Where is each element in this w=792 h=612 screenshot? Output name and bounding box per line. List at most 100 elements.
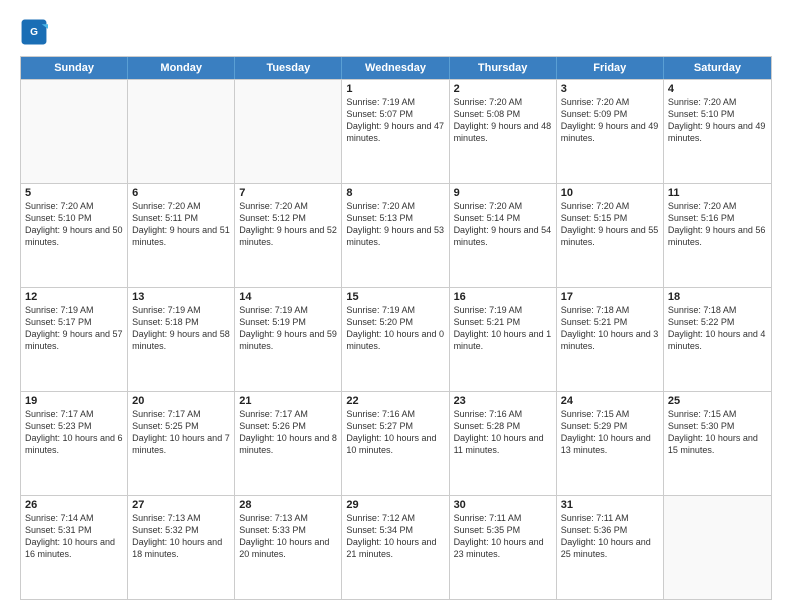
day-info: Sunrise: 7:20 AM Sunset: 5:14 PM Dayligh… bbox=[454, 200, 552, 249]
day-number: 14 bbox=[239, 291, 337, 303]
day-number: 15 bbox=[346, 291, 444, 303]
day-number: 28 bbox=[239, 499, 337, 511]
header-cell-wednesday: Wednesday bbox=[342, 57, 449, 79]
calendar-cell-10: 10Sunrise: 7:20 AM Sunset: 5:15 PM Dayli… bbox=[557, 184, 664, 287]
day-number: 24 bbox=[561, 395, 659, 407]
day-number: 10 bbox=[561, 187, 659, 199]
day-number: 29 bbox=[346, 499, 444, 511]
calendar-header-row: SundayMondayTuesdayWednesdayThursdayFrid… bbox=[21, 57, 771, 79]
day-info: Sunrise: 7:20 AM Sunset: 5:11 PM Dayligh… bbox=[132, 200, 230, 249]
day-info: Sunrise: 7:19 AM Sunset: 5:17 PM Dayligh… bbox=[25, 304, 123, 353]
calendar-cell-4: 4Sunrise: 7:20 AM Sunset: 5:10 PM Daylig… bbox=[664, 80, 771, 183]
day-number: 1 bbox=[346, 83, 444, 95]
calendar-cell-26: 26Sunrise: 7:14 AM Sunset: 5:31 PM Dayli… bbox=[21, 496, 128, 599]
logo-icon: G bbox=[20, 18, 48, 46]
calendar-cell-empty-0-2 bbox=[235, 80, 342, 183]
calendar-body: 1Sunrise: 7:19 AM Sunset: 5:07 PM Daylig… bbox=[21, 79, 771, 599]
day-number: 2 bbox=[454, 83, 552, 95]
day-number: 7 bbox=[239, 187, 337, 199]
calendar-cell-empty-4-6 bbox=[664, 496, 771, 599]
day-number: 19 bbox=[25, 395, 123, 407]
day-info: Sunrise: 7:20 AM Sunset: 5:09 PM Dayligh… bbox=[561, 96, 659, 145]
calendar-cell-27: 27Sunrise: 7:13 AM Sunset: 5:32 PM Dayli… bbox=[128, 496, 235, 599]
calendar-cell-1: 1Sunrise: 7:19 AM Sunset: 5:07 PM Daylig… bbox=[342, 80, 449, 183]
day-info: Sunrise: 7:20 AM Sunset: 5:12 PM Dayligh… bbox=[239, 200, 337, 249]
calendar-cell-5: 5Sunrise: 7:20 AM Sunset: 5:10 PM Daylig… bbox=[21, 184, 128, 287]
calendar-cell-7: 7Sunrise: 7:20 AM Sunset: 5:12 PM Daylig… bbox=[235, 184, 342, 287]
calendar-cell-16: 16Sunrise: 7:19 AM Sunset: 5:21 PM Dayli… bbox=[450, 288, 557, 391]
day-info: Sunrise: 7:15 AM Sunset: 5:29 PM Dayligh… bbox=[561, 408, 659, 457]
day-info: Sunrise: 7:20 AM Sunset: 5:16 PM Dayligh… bbox=[668, 200, 767, 249]
day-info: Sunrise: 7:19 AM Sunset: 5:18 PM Dayligh… bbox=[132, 304, 230, 353]
day-info: Sunrise: 7:19 AM Sunset: 5:21 PM Dayligh… bbox=[454, 304, 552, 353]
calendar-cell-29: 29Sunrise: 7:12 AM Sunset: 5:34 PM Dayli… bbox=[342, 496, 449, 599]
day-number: 5 bbox=[25, 187, 123, 199]
calendar-cell-31: 31Sunrise: 7:11 AM Sunset: 5:36 PM Dayli… bbox=[557, 496, 664, 599]
day-number: 8 bbox=[346, 187, 444, 199]
day-number: 16 bbox=[454, 291, 552, 303]
day-info: Sunrise: 7:19 AM Sunset: 5:07 PM Dayligh… bbox=[346, 96, 444, 145]
day-number: 12 bbox=[25, 291, 123, 303]
calendar-row-3: 12Sunrise: 7:19 AM Sunset: 5:17 PM Dayli… bbox=[21, 287, 771, 391]
day-info: Sunrise: 7:20 AM Sunset: 5:08 PM Dayligh… bbox=[454, 96, 552, 145]
day-number: 31 bbox=[561, 499, 659, 511]
day-number: 26 bbox=[25, 499, 123, 511]
day-number: 27 bbox=[132, 499, 230, 511]
day-info: Sunrise: 7:19 AM Sunset: 5:19 PM Dayligh… bbox=[239, 304, 337, 353]
calendar-row-5: 26Sunrise: 7:14 AM Sunset: 5:31 PM Dayli… bbox=[21, 495, 771, 599]
day-info: Sunrise: 7:20 AM Sunset: 5:15 PM Dayligh… bbox=[561, 200, 659, 249]
logo: G bbox=[20, 18, 52, 46]
day-info: Sunrise: 7:17 AM Sunset: 5:23 PM Dayligh… bbox=[25, 408, 123, 457]
day-info: Sunrise: 7:11 AM Sunset: 5:36 PM Dayligh… bbox=[561, 512, 659, 561]
calendar-cell-6: 6Sunrise: 7:20 AM Sunset: 5:11 PM Daylig… bbox=[128, 184, 235, 287]
svg-text:G: G bbox=[30, 27, 38, 38]
day-info: Sunrise: 7:13 AM Sunset: 5:32 PM Dayligh… bbox=[132, 512, 230, 561]
calendar-cell-24: 24Sunrise: 7:15 AM Sunset: 5:29 PM Dayli… bbox=[557, 392, 664, 495]
calendar-cell-14: 14Sunrise: 7:19 AM Sunset: 5:19 PM Dayli… bbox=[235, 288, 342, 391]
header-cell-tuesday: Tuesday bbox=[235, 57, 342, 79]
calendar-cell-17: 17Sunrise: 7:18 AM Sunset: 5:21 PM Dayli… bbox=[557, 288, 664, 391]
day-info: Sunrise: 7:18 AM Sunset: 5:21 PM Dayligh… bbox=[561, 304, 659, 353]
day-number: 6 bbox=[132, 187, 230, 199]
day-number: 3 bbox=[561, 83, 659, 95]
day-number: 13 bbox=[132, 291, 230, 303]
calendar-row-2: 5Sunrise: 7:20 AM Sunset: 5:10 PM Daylig… bbox=[21, 183, 771, 287]
day-number: 23 bbox=[454, 395, 552, 407]
calendar-cell-3: 3Sunrise: 7:20 AM Sunset: 5:09 PM Daylig… bbox=[557, 80, 664, 183]
day-number: 20 bbox=[132, 395, 230, 407]
day-info: Sunrise: 7:12 AM Sunset: 5:34 PM Dayligh… bbox=[346, 512, 444, 561]
day-number: 22 bbox=[346, 395, 444, 407]
calendar-cell-21: 21Sunrise: 7:17 AM Sunset: 5:26 PM Dayli… bbox=[235, 392, 342, 495]
calendar-cell-18: 18Sunrise: 7:18 AM Sunset: 5:22 PM Dayli… bbox=[664, 288, 771, 391]
calendar-cell-19: 19Sunrise: 7:17 AM Sunset: 5:23 PM Dayli… bbox=[21, 392, 128, 495]
day-info: Sunrise: 7:19 AM Sunset: 5:20 PM Dayligh… bbox=[346, 304, 444, 353]
header-cell-sunday: Sunday bbox=[21, 57, 128, 79]
calendar-cell-empty-0-1 bbox=[128, 80, 235, 183]
day-info: Sunrise: 7:14 AM Sunset: 5:31 PM Dayligh… bbox=[25, 512, 123, 561]
day-number: 17 bbox=[561, 291, 659, 303]
day-info: Sunrise: 7:16 AM Sunset: 5:28 PM Dayligh… bbox=[454, 408, 552, 457]
calendar-row-1: 1Sunrise: 7:19 AM Sunset: 5:07 PM Daylig… bbox=[21, 79, 771, 183]
day-info: Sunrise: 7:11 AM Sunset: 5:35 PM Dayligh… bbox=[454, 512, 552, 561]
day-number: 11 bbox=[668, 187, 767, 199]
day-info: Sunrise: 7:13 AM Sunset: 5:33 PM Dayligh… bbox=[239, 512, 337, 561]
header-cell-saturday: Saturday bbox=[664, 57, 771, 79]
day-info: Sunrise: 7:20 AM Sunset: 5:13 PM Dayligh… bbox=[346, 200, 444, 249]
day-number: 4 bbox=[668, 83, 767, 95]
calendar-cell-30: 30Sunrise: 7:11 AM Sunset: 5:35 PM Dayli… bbox=[450, 496, 557, 599]
calendar-cell-23: 23Sunrise: 7:16 AM Sunset: 5:28 PM Dayli… bbox=[450, 392, 557, 495]
day-info: Sunrise: 7:16 AM Sunset: 5:27 PM Dayligh… bbox=[346, 408, 444, 457]
calendar-cell-20: 20Sunrise: 7:17 AM Sunset: 5:25 PM Dayli… bbox=[128, 392, 235, 495]
calendar-cell-11: 11Sunrise: 7:20 AM Sunset: 5:16 PM Dayli… bbox=[664, 184, 771, 287]
calendar-cell-25: 25Sunrise: 7:15 AM Sunset: 5:30 PM Dayli… bbox=[664, 392, 771, 495]
calendar: SundayMondayTuesdayWednesdayThursdayFrid… bbox=[20, 56, 772, 600]
calendar-cell-12: 12Sunrise: 7:19 AM Sunset: 5:17 PM Dayli… bbox=[21, 288, 128, 391]
day-number: 30 bbox=[454, 499, 552, 511]
day-info: Sunrise: 7:18 AM Sunset: 5:22 PM Dayligh… bbox=[668, 304, 767, 353]
header-cell-thursday: Thursday bbox=[450, 57, 557, 79]
calendar-cell-9: 9Sunrise: 7:20 AM Sunset: 5:14 PM Daylig… bbox=[450, 184, 557, 287]
day-info: Sunrise: 7:20 AM Sunset: 5:10 PM Dayligh… bbox=[25, 200, 123, 249]
day-info: Sunrise: 7:15 AM Sunset: 5:30 PM Dayligh… bbox=[668, 408, 767, 457]
header-cell-friday: Friday bbox=[557, 57, 664, 79]
day-number: 9 bbox=[454, 187, 552, 199]
